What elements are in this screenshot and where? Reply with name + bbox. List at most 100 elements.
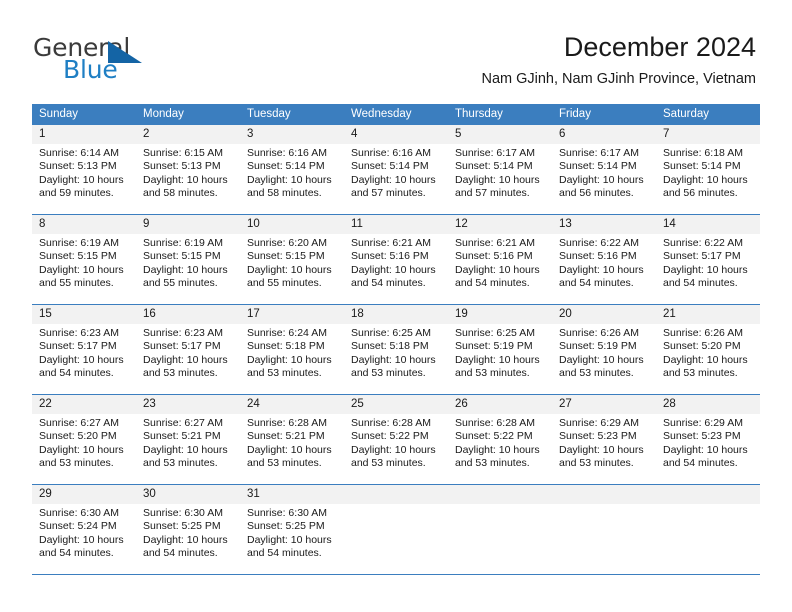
day-detail-row: Sunrise: 6:23 AM Sunset: 5:17 PM Dayligh…	[32, 324, 760, 394]
sunset-text: Sunset: 5:22 PM	[351, 430, 429, 443]
day-cell: Sunrise: 6:22 AM Sunset: 5:17 PM Dayligh…	[656, 234, 760, 304]
weekday-sunday: Sunday	[39, 108, 79, 120]
sunset-text: Sunset: 5:14 PM	[247, 160, 325, 173]
calendar-grid: Sunday Monday Tuesday Wednesday Thursday…	[32, 104, 760, 575]
day-number[interactable]: 2	[136, 125, 240, 144]
sunrise-text: Sunrise: 6:16 AM	[247, 147, 327, 159]
day-number[interactable]: 31	[240, 485, 344, 504]
day-number-row: 29 30 31	[32, 485, 760, 504]
day-number[interactable]: 25	[344, 395, 448, 414]
day-number[interactable]: 10	[240, 215, 344, 234]
day-cell: Sunrise: 6:29 AM Sunset: 5:23 PM Dayligh…	[552, 414, 656, 484]
weekday-wednesday: Wednesday	[351, 108, 412, 120]
day-cell: Sunrise: 6:24 AM Sunset: 5:18 PM Dayligh…	[240, 324, 344, 394]
daylight-text-line2: and 54 minutes.	[559, 277, 634, 290]
sunrise-text: Sunrise: 6:18 AM	[663, 147, 743, 159]
day-number[interactable]: 24	[240, 395, 344, 414]
sunset-text: Sunset: 5:16 PM	[559, 250, 637, 263]
day-number[interactable]: 5	[448, 125, 552, 144]
day-number[interactable]: 1	[32, 125, 136, 144]
day-number-empty	[344, 485, 448, 504]
day-number[interactable]: 29	[32, 485, 136, 504]
day-number[interactable]: 7	[656, 125, 760, 144]
day-cell: Sunrise: 6:30 AM Sunset: 5:24 PM Dayligh…	[32, 504, 136, 574]
daylight-text-line1: Daylight: 10 hours	[559, 173, 644, 186]
sunset-text: Sunset: 5:21 PM	[247, 430, 325, 443]
daylight-text-line1: Daylight: 10 hours	[39, 443, 124, 456]
sunset-text: Sunset: 5:21 PM	[143, 430, 221, 443]
day-number[interactable]: 19	[448, 305, 552, 324]
day-number[interactable]: 15	[32, 305, 136, 324]
daylight-text-line1: Daylight: 10 hours	[39, 533, 124, 546]
daylight-text-line2: and 54 minutes.	[39, 367, 114, 380]
sunrise-text: Sunrise: 6:30 AM	[143, 507, 223, 519]
day-number[interactable]: 11	[344, 215, 448, 234]
general-blue-logo: General Blue	[33, 34, 213, 86]
day-number[interactable]: 27	[552, 395, 656, 414]
sunset-text: Sunset: 5:14 PM	[351, 160, 429, 173]
daylight-text-line2: and 55 minutes.	[247, 277, 322, 290]
title-block: December 2024 Nam GJinh, Nam GJinh Provi…	[481, 30, 756, 89]
day-cell: Sunrise: 6:26 AM Sunset: 5:19 PM Dayligh…	[552, 324, 656, 394]
day-number[interactable]: 13	[552, 215, 656, 234]
calendar-page: General Blue December 2024 Nam GJinh, Na…	[0, 0, 792, 612]
sunrise-text: Sunrise: 6:17 AM	[559, 147, 639, 159]
day-number[interactable]: 28	[656, 395, 760, 414]
day-cell: Sunrise: 6:14 AM Sunset: 5:13 PM Dayligh…	[32, 144, 136, 214]
sunrise-text: Sunrise: 6:22 AM	[663, 237, 743, 249]
day-number[interactable]: 30	[136, 485, 240, 504]
sunrise-text: Sunrise: 6:22 AM	[559, 237, 639, 249]
daylight-text-line2: and 53 minutes.	[559, 367, 634, 380]
day-detail-row: Sunrise: 6:19 AM Sunset: 5:15 PM Dayligh…	[32, 234, 760, 304]
day-cell: Sunrise: 6:26 AM Sunset: 5:20 PM Dayligh…	[656, 324, 760, 394]
calendar-week-row: 15 16 17 18 19 20 21 Sunrise: 6:23 AM Su…	[32, 305, 760, 395]
day-number[interactable]: 21	[656, 305, 760, 324]
daylight-text-line1: Daylight: 10 hours	[455, 353, 540, 366]
daylight-text-line2: and 53 minutes.	[39, 457, 114, 470]
daylight-text-line2: and 53 minutes.	[247, 367, 322, 380]
sunrise-text: Sunrise: 6:25 AM	[455, 327, 535, 339]
daylight-text-line1: Daylight: 10 hours	[247, 443, 332, 456]
weekday-header-row: Sunday Monday Tuesday Wednesday Thursday…	[32, 104, 760, 125]
sunrise-text: Sunrise: 6:27 AM	[143, 417, 223, 429]
day-cell: Sunrise: 6:28 AM Sunset: 5:21 PM Dayligh…	[240, 414, 344, 484]
day-cell: Sunrise: 6:28 AM Sunset: 5:22 PM Dayligh…	[344, 414, 448, 484]
day-cell: Sunrise: 6:19 AM Sunset: 5:15 PM Dayligh…	[136, 234, 240, 304]
day-number[interactable]: 26	[448, 395, 552, 414]
day-number[interactable]: 23	[136, 395, 240, 414]
sunset-text: Sunset: 5:15 PM	[143, 250, 221, 263]
day-number[interactable]: 3	[240, 125, 344, 144]
day-detail-row: Sunrise: 6:27 AM Sunset: 5:20 PM Dayligh…	[32, 414, 760, 484]
sunrise-text: Sunrise: 6:23 AM	[39, 327, 119, 339]
sunset-text: Sunset: 5:18 PM	[247, 340, 325, 353]
day-number-empty	[656, 485, 760, 504]
day-cell-empty	[552, 504, 656, 574]
day-number[interactable]: 14	[656, 215, 760, 234]
day-number-row: 1 2 3 4 5 6 7	[32, 125, 760, 144]
sunrise-text: Sunrise: 6:23 AM	[143, 327, 223, 339]
day-number[interactable]: 20	[552, 305, 656, 324]
day-number[interactable]: 22	[32, 395, 136, 414]
daylight-text-line1: Daylight: 10 hours	[559, 353, 644, 366]
day-cell: Sunrise: 6:15 AM Sunset: 5:13 PM Dayligh…	[136, 144, 240, 214]
calendar-week-row: 8 9 10 11 12 13 14 Sunrise: 6:19 AM Suns…	[32, 215, 760, 305]
sunrise-text: Sunrise: 6:28 AM	[455, 417, 535, 429]
daylight-text-line2: and 54 minutes.	[247, 547, 322, 560]
sunset-text: Sunset: 5:24 PM	[39, 520, 117, 533]
day-number[interactable]: 16	[136, 305, 240, 324]
daylight-text-line1: Daylight: 10 hours	[663, 173, 748, 186]
sunset-text: Sunset: 5:13 PM	[39, 160, 117, 173]
day-number[interactable]: 4	[344, 125, 448, 144]
daylight-text-line2: and 53 minutes.	[143, 367, 218, 380]
daylight-text-line2: and 53 minutes.	[143, 457, 218, 470]
day-number[interactable]: 8	[32, 215, 136, 234]
day-number[interactable]: 17	[240, 305, 344, 324]
sunrise-text: Sunrise: 6:21 AM	[351, 237, 431, 249]
day-number[interactable]: 6	[552, 125, 656, 144]
sunset-text: Sunset: 5:15 PM	[39, 250, 117, 263]
day-number[interactable]: 12	[448, 215, 552, 234]
daylight-text-line1: Daylight: 10 hours	[143, 443, 228, 456]
weekday-saturday: Saturday	[663, 108, 710, 120]
day-number[interactable]: 9	[136, 215, 240, 234]
day-number[interactable]: 18	[344, 305, 448, 324]
